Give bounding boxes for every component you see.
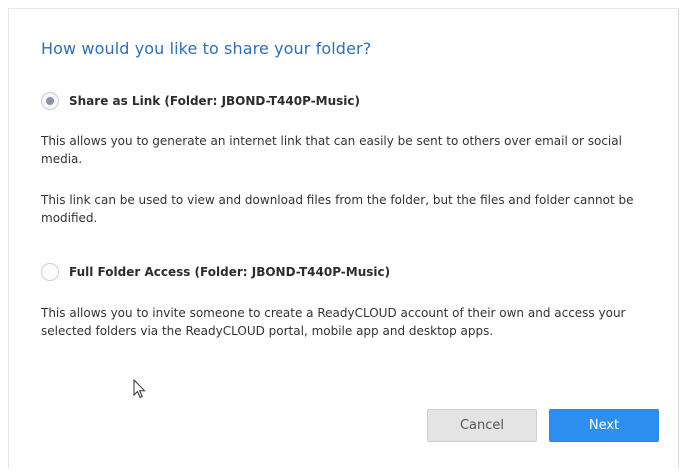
mouse-pointer-icon — [133, 378, 147, 403]
share-as-link-option[interactable]: Share as Link (Folder: JBOND-T440P-Music… — [41, 92, 360, 110]
full-folder-access-description: This allows you to invite someone to cre… — [41, 306, 626, 338]
full-folder-access-radio[interactable] — [41, 263, 59, 281]
share-as-link-label[interactable]: Share as Link (Folder: JBOND-T440P-Music… — [69, 94, 360, 108]
next-button[interactable]: Next — [549, 409, 659, 442]
full-folder-access-option[interactable]: Full Folder Access (Folder: JBOND-T440P-… — [41, 263, 390, 281]
share-as-link-description-1: This allows you to generate an internet … — [41, 134, 622, 166]
full-folder-access-label[interactable]: Full Folder Access (Folder: JBOND-T440P-… — [69, 265, 390, 279]
share-as-link-description-2: This link can be used to view and downlo… — [41, 193, 634, 225]
share-as-link-radio[interactable] — [41, 92, 59, 110]
share-folder-dialog: How would you like to share your folder?… — [8, 8, 679, 468]
cancel-button[interactable]: Cancel — [427, 409, 537, 442]
dialog-title: How would you like to share your folder? — [41, 39, 372, 58]
